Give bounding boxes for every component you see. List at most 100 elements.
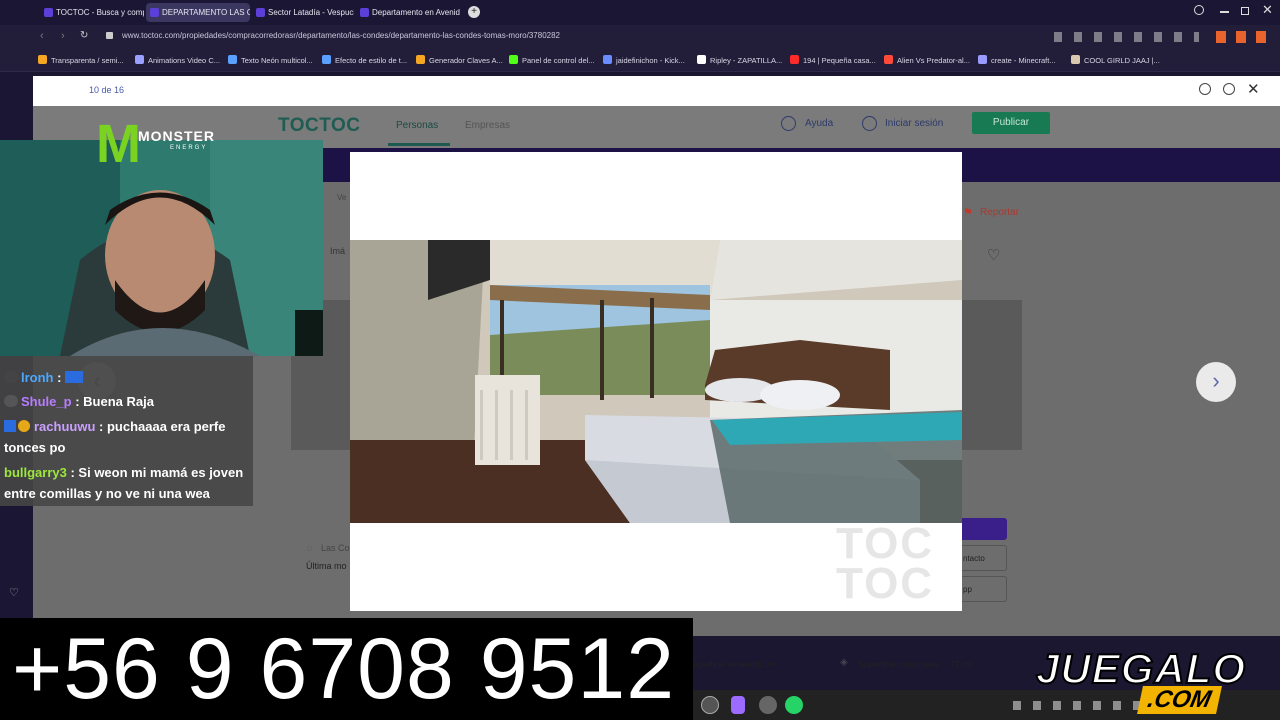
tab-2[interactable]: DEPARTAMENTO LAS CO [146, 3, 250, 22]
chevron-right-icon: › [1212, 368, 1220, 393]
help-link[interactable]: Ayuda [805, 118, 833, 129]
help-icon[interactable] [781, 116, 796, 131]
chat-username[interactable]: Shule_p [21, 394, 72, 409]
chat-message: lronh : [4, 367, 250, 388]
taskbar-app-icon[interactable] [731, 696, 745, 714]
next-image-button[interactable]: › [1196, 362, 1236, 402]
whatsapp-icon[interactable] [785, 696, 803, 714]
juegalo-logo: JUEGALO .COM [1035, 645, 1276, 718]
bookmark-label: Generador Claves A... [429, 56, 503, 65]
bookmark-favicon-icon [38, 55, 47, 64]
lightbox-toolbar: 10 de 16 ✕ [33, 76, 1280, 106]
gallery-image-right[interactable] [962, 300, 1022, 450]
location-label: Las Co [321, 543, 350, 553]
forward-arrow-icon[interactable]: › [61, 30, 65, 42]
bedroom-photo[interactable] [350, 240, 962, 523]
bookmark-favicon-icon [228, 55, 237, 64]
back-arrow-icon[interactable]: ‹ [40, 30, 44, 42]
bookmark-item[interactable]: Efecto de estilo de t... [322, 55, 407, 65]
watermark-logo: TOC TOC [836, 522, 935, 608]
chat-username[interactable]: lronh [21, 370, 54, 385]
flag-icon[interactable]: ⚑ [963, 206, 973, 219]
location-icon: ◌ [307, 543, 313, 553]
chat-badge-icon [4, 395, 18, 407]
bookmark-label: COOL GIRLD JAAJ |... [1084, 56, 1160, 65]
bookmark-item[interactable]: create - Minecraft... [978, 55, 1056, 65]
app-label: pp [963, 585, 972, 594]
taskbar-app-icon[interactable] [759, 696, 777, 714]
bookmark-label: Transparenta / semi... [51, 56, 124, 65]
chat-badge-icon [4, 420, 16, 432]
bookmark-favicon-icon [603, 55, 612, 64]
contact-button[interactable]: ntacto [962, 545, 1007, 571]
bookmark-item[interactable]: Ripley - ZAPATILLA... [697, 55, 782, 65]
bookmark-item[interactable]: Transparenta / semi... [38, 55, 124, 65]
phone-number-banner: +56 9 6708 9512 [0, 618, 693, 720]
favorite-heart-icon[interactable]: ♡ [987, 246, 1000, 264]
url-field[interactable]: www.toctoc.com/propiedades/compracorredo… [122, 31, 560, 40]
bookmark-item[interactable]: jaidefinichon - Kick... [603, 55, 685, 65]
publish-button[interactable]: Publicar [972, 112, 1050, 134]
updated-label: Última mo [306, 561, 347, 571]
breadcrumb[interactable]: Ve [337, 193, 346, 202]
lock-icon[interactable] [106, 32, 113, 39]
bookmark-item[interactable]: Alien Vs Predator-al... [884, 55, 970, 65]
chat-text: : Buena Raja [75, 394, 154, 409]
tab-3[interactable]: Sector Latadía - Vespucio [252, 3, 354, 22]
tab-favicon-icon [150, 8, 159, 17]
window-close-icon[interactable]: ✕ [1262, 2, 1273, 18]
chat-message: bullgarry3 : Si weon mi mamá es joven en… [4, 462, 250, 504]
built-value: 77 m² [950, 659, 972, 669]
tab-favicon-icon [256, 8, 265, 17]
chat-username[interactable]: rachuuwu [34, 419, 95, 434]
terrain-label: uperficie terreno: [693, 659, 757, 669]
whatsapp-button[interactable]: pp [962, 576, 1007, 602]
primary-action-button[interactable] [962, 518, 1007, 540]
minimize-icon[interactable] [1220, 11, 1229, 13]
new-tab-button[interactable]: + [468, 6, 480, 18]
restore-icon[interactable] [1241, 7, 1249, 15]
built-label: Superficie construida: [858, 659, 940, 669]
bedroom-illustration [350, 240, 962, 523]
toctoc-logo[interactable]: TOCTOC [278, 115, 361, 137]
bookmark-favicon-icon [135, 55, 144, 64]
chat-message: Shule_p : Buena Raja [4, 391, 250, 412]
close-icon[interactable]: ✕ [1247, 80, 1260, 98]
zoom-in-icon[interactable] [1199, 83, 1211, 95]
bookmark-label: Alien Vs Predator-al... [897, 56, 970, 65]
bookmark-item[interactable]: Panel de control del... [509, 55, 595, 65]
bookmark-item[interactable]: Animations Video C... [135, 55, 220, 65]
watermark-line-2: TOC [836, 559, 935, 608]
extensions-toolbar [1054, 32, 1199, 42]
juegalo-domain-text: .COM [1137, 686, 1222, 714]
bookmark-label: jaidefinichon - Kick... [616, 56, 685, 65]
login-link[interactable]: Iniciar sesión [885, 118, 943, 129]
bookmark-item[interactable]: 194 | Pequeña casa... [790, 55, 876, 65]
bookmark-label: 194 | Pequeña casa... [803, 56, 876, 65]
taskbar-app-icon[interactable] [701, 696, 719, 714]
bookmark-favicon-icon [322, 55, 331, 64]
reload-icon[interactable]: ↻ [80, 30, 88, 41]
tab-favicon-icon [44, 8, 53, 17]
report-link[interactable]: Reportar [980, 207, 1019, 218]
extension-icons[interactable] [1216, 31, 1268, 43]
chat-username[interactable]: bullgarry3 [4, 465, 67, 480]
nav-empresas[interactable]: Empresas [465, 120, 510, 131]
user-icon[interactable] [862, 116, 877, 131]
monster-energy-logo: M MONSTER ENERGY [92, 114, 232, 176]
zoom-out-icon[interactable] [1223, 83, 1235, 95]
bookmark-item[interactable]: Texto Neón multicol... [228, 55, 313, 65]
tab-1[interactable]: TOCTOC - Busca y compr [40, 3, 144, 22]
bookmark-favicon-icon [884, 55, 893, 64]
heart-icon[interactable]: ♡ [9, 586, 19, 599]
bookmark-item[interactable]: Generador Claves A... [416, 55, 503, 65]
tab-4[interactable]: Departamento en Avenida [356, 3, 460, 22]
monster-claw-icon: M [96, 114, 141, 174]
search-icon[interactable] [1194, 5, 1204, 15]
bookmark-item[interactable]: COOL GIRLD JAAJ |... [1071, 55, 1160, 65]
bookmark-favicon-icon [509, 55, 518, 64]
bookmark-favicon-icon [978, 55, 987, 64]
nav-personas[interactable]: Personas [396, 120, 438, 131]
built-area-icon: ◈ [840, 657, 848, 668]
tab-favicon-icon [360, 8, 369, 17]
